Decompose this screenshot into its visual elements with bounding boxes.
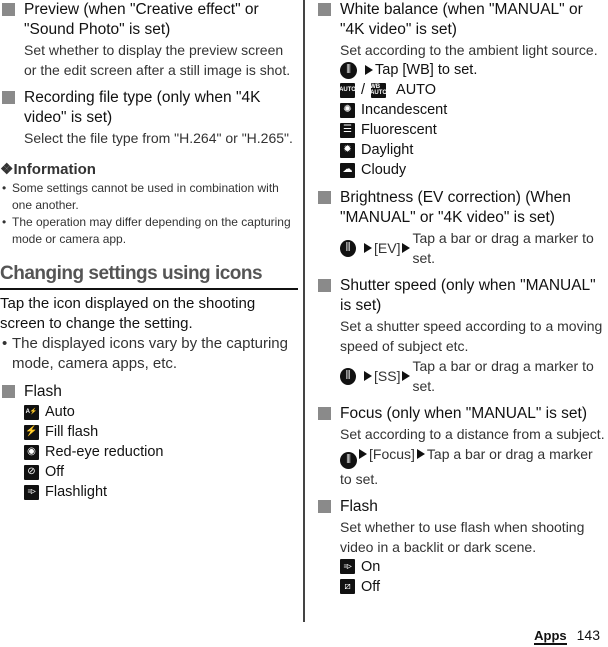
arrow-right-icon [402, 371, 411, 381]
incandescent-icon: ✺ [340, 102, 355, 118]
section-body: Set whether to use flash when shooting v… [340, 518, 585, 555]
wb-auto-icon: AUTO [340, 82, 355, 98]
flash-off-icon: ⊘ [24, 464, 39, 480]
section-marker [318, 191, 331, 204]
section-recording-file-type: Recording file type (only when "4K video… [0, 88, 298, 148]
flash-option-red-eye: ◉ Red-eye reduction [24, 442, 298, 462]
section-white-balance: White balance (when "MANUAL" or "4K vide… [316, 0, 608, 180]
information-box: ❖Information Some settings cannot be use… [0, 160, 298, 248]
instruction-line: ⫼ [Focus] Tap a bar or drag a marker to se… [340, 446, 593, 487]
fill-flash-icon: ⚡ [24, 424, 39, 440]
arrow-right-icon [364, 371, 372, 381]
settings-sliders-icon: ⫼ [340, 239, 356, 257]
section-body: Set a shutter speed according to a movin… [340, 318, 603, 354]
section-flash: Flash A⚡ Auto ⚡ Fill flash ◉ Red-eye red… [0, 382, 298, 502]
section-title: Flash [24, 383, 62, 400]
left-column: Preview (when "Creative effect" or "Soun… [0, 0, 298, 502]
section-title: Brightness (EV correction) (When "MANUAL… [340, 189, 571, 226]
page-footer: Apps 143 [534, 627, 600, 645]
section-marker [318, 279, 331, 292]
wb-option-cloudy: ☁ Cloudy [340, 160, 608, 180]
wb-option-daylight: ✹ Daylight [340, 140, 608, 160]
bullet-item: The displayed icons vary by the capturin… [0, 334, 298, 374]
footer-section-label: Apps [534, 628, 567, 645]
flashlight-icon: ≡▷ [24, 484, 39, 500]
section-marker [318, 3, 331, 16]
arrow-right-icon [365, 65, 373, 75]
section-marker [2, 385, 15, 398]
section-video-flash: Flash Set whether to use flash when shoo… [316, 497, 608, 597]
section-marker [2, 3, 15, 16]
wb-option-fluorescent: ☰ Fluorescent [340, 120, 608, 140]
diamond-ornament-icon: ❖ [0, 161, 14, 178]
section-title: Flash [340, 497, 378, 515]
video-flash-on-icon: ≡▷ [340, 559, 355, 574]
video-flash-option-off: ⧄ Off [340, 577, 608, 597]
video-flash-option-on: ≡▷ On [340, 557, 608, 577]
section-preview: Preview (when "Creative effect" or "Soun… [0, 0, 298, 80]
page-number: 143 [576, 627, 600, 643]
section-heading: Changing settings using icons [0, 262, 298, 290]
section-focus: Focus (only when "MANUAL" is set) Set ac… [316, 404, 608, 489]
lead-text: Tap the icon displayed on the shooting s… [0, 295, 256, 332]
section-title: White balance (when "MANUAL" or "4K vide… [340, 1, 583, 38]
information-item: The operation may differ depending on th… [0, 214, 298, 248]
flash-option-auto: A⚡ Auto [24, 404, 75, 420]
flash-auto-icon: A⚡ [24, 404, 39, 420]
instruction-line: ⫼ [SS] Tap a bar or drag a marker to set. [340, 356, 608, 396]
arrow-right-icon [364, 243, 372, 253]
section-title: Preview (when "Creative effect" or "Soun… [24, 1, 259, 38]
information-item: Some settings cannot be used in combinat… [0, 180, 298, 214]
arrow-right-icon [416, 449, 425, 459]
settings-sliders-icon: ⫼ [340, 367, 356, 385]
settings-sliders-icon: ⫼ [340, 451, 357, 469]
wb-auto-alt-icon: WB AUTO [371, 82, 387, 98]
section-marker [318, 407, 331, 420]
arrow-right-icon [402, 243, 411, 253]
information-title: ❖Information [0, 161, 96, 178]
arrow-right-icon [359, 449, 367, 459]
section-marker [318, 499, 331, 513]
instruction-line: ⫼ Tap [WB] to set. [340, 60, 608, 80]
flash-option-flashlight: ≡▷ Flashlight [24, 482, 298, 502]
red-eye-icon: ◉ [24, 444, 39, 460]
section-body: Set according to a distance from a subje… [340, 426, 605, 442]
wb-option-auto: AUTO / WB AUTO AUTO [340, 82, 437, 98]
right-column: White balance (when "MANUAL" or "4K vide… [316, 0, 608, 597]
section-title: Shutter speed (only when "MANUAL" is set… [340, 277, 596, 314]
section-title: Focus (only when "MANUAL" is set) [340, 405, 588, 422]
flash-option-fill: ⚡ Fill flash [24, 424, 99, 440]
video-flash-off-icon: ⧄ [340, 579, 355, 594]
wb-option-incandescent: ✺ Incandescent [340, 100, 608, 120]
column-divider [303, 0, 305, 622]
daylight-icon: ✹ [340, 142, 355, 158]
cloudy-icon: ☁ [340, 162, 355, 178]
section-title: Recording file type (only when "4K video… [24, 89, 261, 126]
flash-option-off: ⊘ Off [24, 462, 298, 482]
section-body: Select the file type from "H.264" or "H.… [24, 130, 293, 146]
fluorescent-icon: ☰ [340, 122, 355, 138]
section-marker [2, 91, 15, 104]
instruction-line: ⫼ [EV] Tap a bar or drag a marker to set. [340, 228, 608, 268]
section-brightness: Brightness (EV correction) (When "MANUAL… [316, 188, 608, 268]
settings-sliders-icon: ⫼ [340, 61, 357, 79]
section-body: Set whether to display the preview scree… [24, 42, 291, 78]
section-shutter-speed: Shutter speed (only when "MANUAL" is set… [316, 276, 608, 396]
section-body: Set according to the ambient light sourc… [340, 42, 598, 58]
